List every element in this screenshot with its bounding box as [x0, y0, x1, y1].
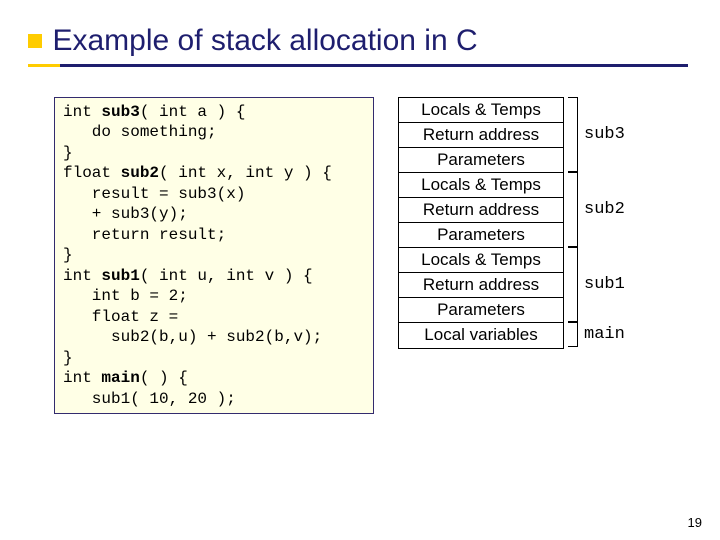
- stack-cell: Parameters: [399, 148, 563, 173]
- stack-bracket: [568, 247, 578, 322]
- title-underline: [28, 64, 688, 67]
- stack-bracket-label: sub1: [584, 275, 625, 294]
- stack-bracket: [568, 97, 578, 172]
- stack-bracket-label: sub3: [584, 125, 625, 144]
- stack-diagram: Locals & TempsReturn addressParametersLo…: [398, 97, 564, 349]
- stack-bracket-label: main: [584, 325, 625, 344]
- code-box: int sub3( int a ) { do something; } floa…: [54, 97, 374, 414]
- slide-title-block: Example of stack allocation in C: [0, 0, 720, 73]
- stack-cell: Locals & Temps: [399, 98, 563, 123]
- stack-cell: Return address: [399, 123, 563, 148]
- stack-cell: Parameters: [399, 298, 563, 323]
- page-number: 19: [688, 515, 702, 530]
- code-listing: int sub3( int a ) { do something; } floa…: [63, 102, 365, 409]
- title-accent-square: [28, 34, 42, 48]
- stack-cell: Locals & Temps: [399, 173, 563, 198]
- stack-cell: Return address: [399, 273, 563, 298]
- stack-bracket-label: sub2: [584, 200, 625, 219]
- stack-cell: Local variables: [399, 323, 563, 348]
- stack-bracket: [568, 322, 578, 347]
- slide-title: Example of stack allocation in C: [52, 24, 477, 57]
- stack-cell: Locals & Temps: [399, 248, 563, 273]
- stack-cell: Return address: [399, 198, 563, 223]
- slide-content: int sub3( int a ) { do something; } floa…: [0, 73, 720, 97]
- stack-bracket: [568, 172, 578, 247]
- stack-cell: Parameters: [399, 223, 563, 248]
